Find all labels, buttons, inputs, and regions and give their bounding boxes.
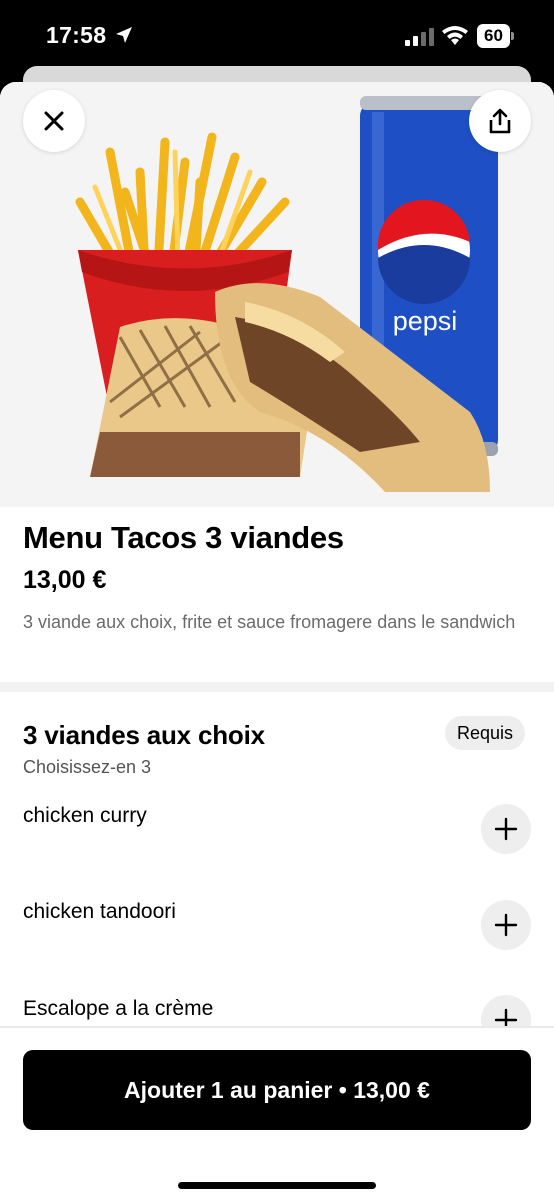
product-price: 13,00 €	[23, 566, 107, 594]
option-label-chicken-tandoori: chicken tandoori	[23, 900, 176, 923]
required-badge: Requis	[445, 716, 526, 750]
product-image: pepsi	[0, 82, 554, 507]
plus-icon	[494, 913, 518, 937]
section-divider	[0, 682, 554, 692]
status-bar: 17:58 60	[0, 0, 554, 72]
status-time: 17:58	[46, 22, 107, 48]
add-option-button[interactable]	[481, 900, 531, 950]
plus-icon	[494, 817, 518, 841]
share-button[interactable]	[469, 90, 531, 152]
battery-level: 60	[484, 26, 503, 45]
close-button[interactable]	[23, 90, 85, 152]
options-section-title: 3 viandes aux choix	[23, 720, 265, 750]
share-icon	[489, 108, 511, 134]
signal-icon	[405, 28, 434, 46]
screen: 17:58 60 pepsi Menu Tacos 3 viandes 13,0…	[0, 0, 554, 1200]
add-to-cart-button[interactable]: Ajouter 1 au panier • 13,00 €	[23, 1050, 531, 1130]
option-label-chicken-curry: chicken curry	[23, 804, 147, 827]
home-indicator[interactable]	[178, 1182, 376, 1189]
product-sheet: pepsi Menu Tacos 3 viandes 13,00 € 3 via…	[0, 82, 554, 1200]
option-label-escalope: Escalope a la crème	[23, 997, 214, 1020]
close-icon	[44, 111, 64, 131]
product-description: 3 viande aux choix, frite et sauce froma…	[23, 612, 516, 632]
battery-icon: 60	[477, 24, 515, 48]
location-arrow-icon	[116, 27, 132, 43]
product-title: Menu Tacos 3 viandes	[23, 520, 344, 555]
svg-text:pepsi: pepsi	[393, 306, 458, 336]
options-section-subtitle: Choisissez-en 3	[23, 757, 152, 777]
wifi-icon	[442, 26, 468, 45]
sticky-footer: Ajouter 1 au panier • 13,00 €	[0, 1026, 554, 1200]
add-option-button[interactable]	[481, 804, 531, 854]
